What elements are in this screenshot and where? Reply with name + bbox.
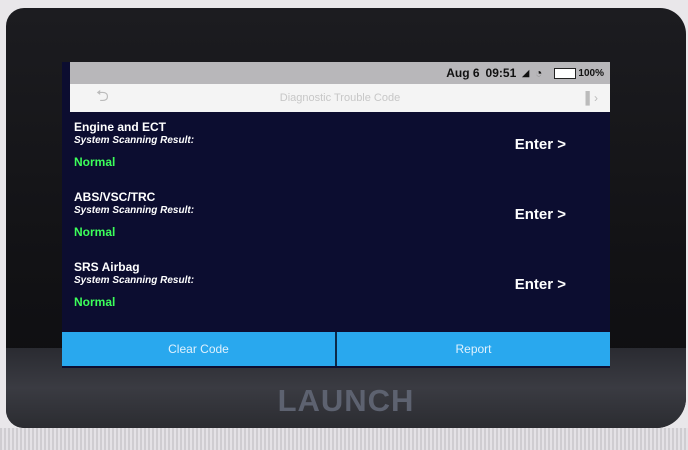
enter-button[interactable]: Enter > (515, 136, 566, 153)
back-arrow-icon[interactable]: ⮌ (96, 89, 112, 105)
status-time: 09:51 (485, 66, 517, 80)
system-name: Engine and ECT (74, 120, 167, 134)
scan-result-status: Normal (74, 295, 116, 309)
clear-code-button[interactable]: Clear Code (62, 332, 337, 366)
battery-indicator: 100% (548, 67, 604, 79)
wifi-icon: ◔ (535, 66, 543, 80)
scan-result-status: Normal (74, 155, 116, 169)
system-name: ABS/VSC/TRC (74, 190, 156, 204)
background-surface (0, 428, 688, 450)
signal-icon: ◢ (522, 67, 530, 78)
device-screen: Aug 6 09:51 ◢ ◔ 100% ⮌ Diagnostic Troubl… (62, 62, 610, 368)
exit-icon[interactable]: ▌› (586, 91, 599, 105)
device-brand-logo: LAUNCH (277, 383, 415, 418)
system-row-engine[interactable]: Engine and ECT System Scanning Result: N… (74, 120, 594, 169)
scan-result-status: Normal (74, 225, 116, 239)
enter-button[interactable]: Enter > (515, 206, 566, 223)
status-date: Aug 6 (446, 66, 480, 80)
title-bar: ⮌ Diagnostic Trouble Code ▌› (70, 84, 610, 112)
status-bar: Aug 6 09:51 ◢ ◔ 100% (70, 62, 610, 84)
page-title: Diagnostic Trouble Code (279, 92, 401, 104)
report-button[interactable]: Report (337, 332, 610, 366)
battery-icon (554, 67, 577, 79)
battery-percent: 100% (578, 67, 604, 79)
system-row-abs[interactable]: ABS/VSC/TRC System Scanning Result: Norm… (74, 190, 594, 239)
system-name: SRS Airbag (74, 260, 140, 274)
system-row-srs[interactable]: SRS Airbag System Scanning Result: Norma… (74, 260, 594, 309)
action-bar: Clear Code Report (62, 332, 610, 366)
enter-button[interactable]: Enter > (515, 276, 566, 293)
